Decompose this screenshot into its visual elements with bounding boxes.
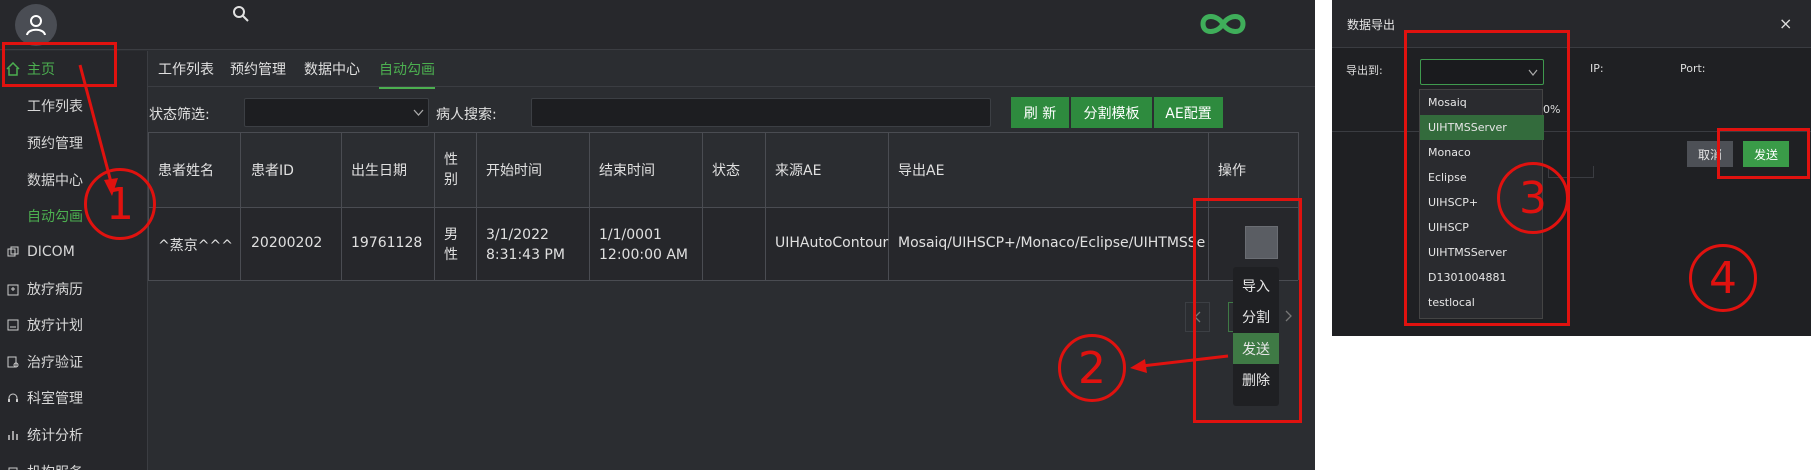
annotation-arrows <box>78 64 1229 373</box>
annotation-step-2: 2 <box>1058 334 1126 402</box>
annotation-step-3: 3 <box>1497 162 1569 234</box>
annotation-step-1: 1 <box>84 168 156 240</box>
annotation-step-4: 4 <box>1689 244 1757 312</box>
